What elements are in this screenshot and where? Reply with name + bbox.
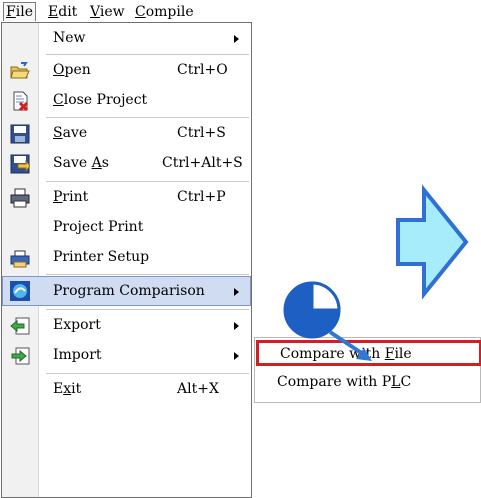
callout-arrow-icon [328, 330, 372, 361]
annotation-overlay [283, 184, 469, 361]
step-pie-icon [283, 281, 341, 339]
right-arrow-icon [396, 184, 469, 300]
